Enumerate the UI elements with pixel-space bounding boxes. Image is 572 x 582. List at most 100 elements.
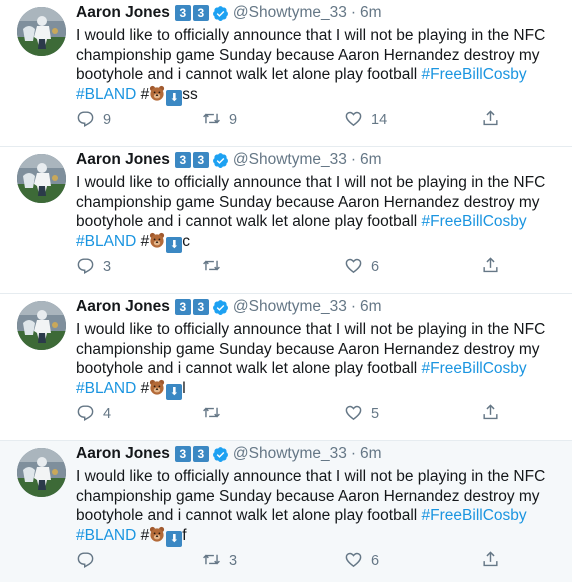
share-button[interactable] [481, 549, 500, 573]
tweet[interactable]: Aaron Jones 3 3 @Showtyme_33 · 6m I woul… [0, 441, 572, 582]
separator-dot: · [350, 151, 357, 168]
like-count: 5 [371, 406, 380, 422]
reply-button[interactable]: 4 [76, 402, 111, 426]
retweet-count: 3 [229, 553, 238, 569]
tweet-feed: Aaron Jones 3 3 @Showtyme_33 · 6m I woul… [0, 0, 572, 582]
retweet-button[interactable]: 3 [202, 549, 237, 573]
bear-face-emoji [149, 232, 165, 248]
hashtag-freebillcosby[interactable]: #FreeBillCosby [422, 360, 527, 377]
hash-symbol: # [140, 526, 150, 544]
separator-dot: · [350, 4, 357, 21]
hashtag-bland[interactable]: #BLAND [76, 86, 136, 103]
handle[interactable]: @Showtyme_33 [233, 441, 347, 467]
keycap-3-emoji: 3 [192, 152, 209, 168]
tweet-suffix: ss [182, 85, 198, 103]
handle[interactable]: @Showtyme_33 [233, 147, 347, 173]
avatar[interactable] [17, 301, 66, 350]
timestamp[interactable]: 6m [360, 294, 382, 320]
display-name[interactable]: Aaron Jones [76, 0, 170, 26]
share-button[interactable] [481, 402, 500, 426]
retweet-button[interactable]: 9 [202, 108, 237, 132]
hash-symbol: # [140, 85, 150, 103]
bear-face-emoji [149, 85, 165, 101]
hashtag-freebillcosby[interactable]: #FreeBillCosby [422, 213, 527, 230]
tweet-suffix: c [182, 232, 190, 250]
heart-icon [344, 109, 363, 132]
timestamp[interactable]: 6m [360, 147, 382, 173]
tweet-text: I would like to officially announce that… [76, 467, 551, 547]
like-button[interactable]: 5 [344, 402, 379, 426]
tweet-content: Aaron Jones 3 3 @Showtyme_33 · 6m I woul… [76, 147, 562, 253]
display-name[interactable]: Aaron Jones [76, 294, 170, 320]
tweet-text: I would like to officially announce that… [76, 320, 551, 400]
reply-button[interactable]: 9 [76, 108, 111, 132]
handle[interactable]: @Showtyme_33 [233, 0, 347, 26]
like-button[interactable]: 14 [344, 108, 387, 132]
verified-badge-icon [212, 152, 229, 169]
keycap-3-emoji: 3 [192, 299, 209, 315]
keycap-3-emoji: 3 [174, 152, 191, 168]
keycap-3-emoji: 3 [174, 446, 191, 462]
like-button[interactable]: 6 [344, 549, 379, 573]
tweet-content: Aaron Jones 3 3 @Showtyme_33 · 6m I woul… [76, 441, 562, 547]
reply-count: 4 [103, 406, 112, 422]
heart-icon [344, 403, 363, 426]
retweet-button[interactable] [202, 255, 229, 279]
reply-icon [76, 109, 95, 132]
like-button[interactable]: 6 [344, 255, 379, 279]
avatar[interactable] [17, 7, 66, 56]
heart-icon [344, 550, 363, 573]
share-button[interactable] [481, 255, 500, 279]
keycap-3-emoji: 3 [192, 446, 209, 462]
tweet[interactable]: Aaron Jones 3 3 @Showtyme_33 · 6m I woul… [0, 0, 572, 147]
keycap-3-emoji: 3 [174, 5, 191, 21]
reply-button[interactable] [76, 549, 103, 573]
share-icon [481, 109, 500, 132]
tweet-suffix: f [182, 526, 187, 544]
hashtag-bland[interactable]: #BLAND [76, 380, 136, 397]
verified-badge-icon [212, 446, 229, 463]
tweet-content: Aaron Jones 3 3 @Showtyme_33 · 6m I woul… [76, 0, 562, 106]
separator-dot: · [350, 298, 357, 315]
hashtag-bland[interactable]: #BLAND [76, 527, 136, 544]
like-count: 6 [371, 553, 380, 569]
keycap-3-emoji: 3 [192, 5, 209, 21]
tweet-header: Aaron Jones 3 3 @Showtyme_33 · 6m [76, 0, 562, 26]
tweet-header: Aaron Jones 3 3 @Showtyme_33 · 6m [76, 441, 562, 467]
share-button[interactable] [481, 108, 500, 132]
verified-badge-icon [212, 5, 229, 22]
retweet-icon [202, 550, 221, 573]
heart-icon [344, 256, 363, 279]
keycap-3-emoji: 3 [174, 299, 191, 315]
down-arrow-emoji: ⬇ [166, 530, 183, 547]
retweet-icon [202, 256, 221, 279]
share-icon [481, 550, 500, 573]
retweet-count: 9 [229, 112, 238, 128]
hashtag-freebillcosby[interactable]: #FreeBillCosby [422, 66, 527, 83]
timestamp[interactable]: 6m [360, 441, 382, 467]
hashtag-freebillcosby[interactable]: #FreeBillCosby [422, 507, 527, 524]
tweet[interactable]: Aaron Jones 3 3 @Showtyme_33 · 6m I woul… [0, 294, 572, 441]
reply-button[interactable]: 3 [76, 255, 111, 279]
avatar[interactable] [17, 448, 66, 497]
like-count: 6 [371, 259, 380, 275]
display-name[interactable]: Aaron Jones [76, 147, 170, 173]
reply-icon [76, 550, 95, 573]
tweet-content: Aaron Jones 3 3 @Showtyme_33 · 6m I woul… [76, 294, 562, 400]
reply-icon [76, 403, 95, 426]
avatar[interactable] [17, 154, 66, 203]
hashtag-bland[interactable]: #BLAND [76, 233, 136, 250]
retweet-icon [202, 109, 221, 132]
tweet[interactable]: Aaron Jones 3 3 @Showtyme_33 · 6m I woul… [0, 147, 572, 294]
retweet-button[interactable] [202, 402, 229, 426]
handle[interactable]: @Showtyme_33 [233, 294, 347, 320]
tweet-text: I would like to officially announce that… [76, 26, 551, 106]
reply-count: 3 [103, 259, 112, 275]
timestamp[interactable]: 6m [360, 0, 382, 26]
share-icon [481, 256, 500, 279]
bear-face-emoji [149, 379, 165, 395]
tweet-header: Aaron Jones 3 3 @Showtyme_33 · 6m [76, 147, 562, 173]
display-name[interactable]: Aaron Jones [76, 441, 170, 467]
tweet-actions: 3 6 [76, 549, 516, 573]
retweet-icon [202, 403, 221, 426]
